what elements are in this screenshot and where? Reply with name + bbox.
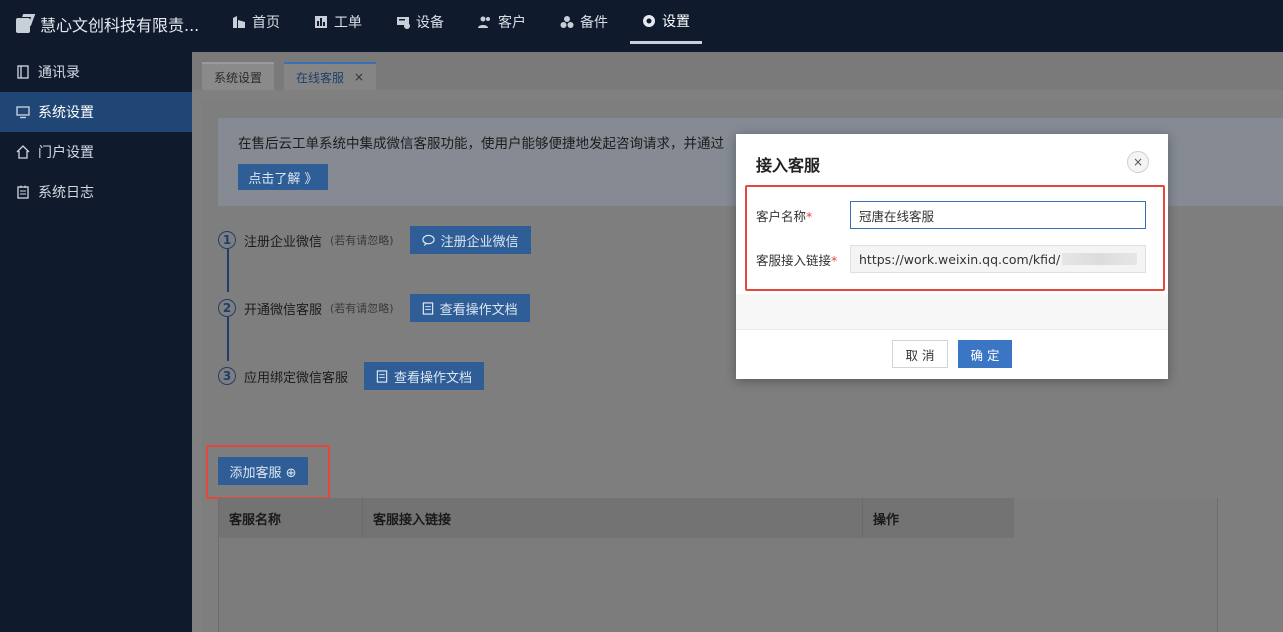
device-icon (396, 15, 410, 29)
confirm-button[interactable]: 确 定 (958, 340, 1012, 368)
required-mark: * (806, 208, 813, 224)
step-number: 2 (218, 299, 236, 317)
sidebar-item-label: 门户设置 (38, 145, 94, 161)
step-number: 3 (218, 367, 236, 385)
column-header-link: 客服接入链接 (363, 498, 863, 538)
service-table: 客服名称 客服接入链接 操作 (218, 498, 1218, 632)
step-label: 开通微信客服 (244, 302, 323, 318)
nav-label: 设备 (416, 15, 444, 31)
field-label: 客户名称* (756, 206, 850, 225)
sidebar-item-system-log[interactable]: 系统日志 (0, 172, 192, 212)
sidebar-item-contacts[interactable]: 通讯录 (0, 52, 192, 92)
step-hint: (若有请忽略) (330, 302, 394, 315)
view-docs-button[interactable]: 查看操作文档 (409, 294, 530, 322)
customer-name-row: 客户名称* 冠唐在线客服 (756, 201, 1146, 229)
step-2: 2 开通微信客服 (若有请忽略) 查看操作文档 (218, 294, 530, 322)
step-label: 应用绑定微信客服 (244, 370, 349, 386)
close-icon[interactable]: × (1127, 151, 1149, 173)
view-docs-button-2[interactable]: 查看操作文档 (364, 362, 485, 390)
monitor-icon (16, 105, 30, 119)
main-nav: 首页 工单 设备 客户 备件 设置 (220, 0, 712, 52)
step-1: 1 注册企业微信 (若有请忽略) 注册企业微信 (218, 226, 531, 254)
brand-name: 慧心文创科技有限责... (40, 16, 200, 35)
tab-label: 在线客服 (296, 70, 345, 85)
top-navbar: 慧心文创科技有限责... 首页 工单 设备 客户 备件 设置 (0, 0, 1283, 52)
button-label: 查看操作文档 (439, 302, 518, 318)
nav-item-parts[interactable]: 备件 (548, 0, 620, 44)
nav-label: 备件 (580, 15, 608, 31)
column-header-name: 客服名称 (219, 498, 363, 538)
document-icon (422, 301, 433, 315)
field-label: 客服接入链接* (756, 250, 850, 269)
tab-bar: 系统设置 在线客服 × (192, 52, 1283, 90)
step-connector (227, 317, 229, 361)
step-3: 3 应用绑定微信客服 查看操作文档 (218, 362, 485, 390)
tab-system-settings[interactable]: 系统设置 (202, 62, 275, 90)
parts-icon (560, 15, 574, 29)
tab-online-service[interactable]: 在线客服 × (284, 62, 377, 90)
service-link-row: 客服接入链接* https://work.weixin.qq.com/kfid/ (756, 245, 1146, 273)
brand[interactable]: 慧心文创科技有限责... (14, 12, 199, 36)
building-icon (232, 15, 246, 29)
service-link-value: https://work.weixin.qq.com/kfid/ (859, 251, 1061, 267)
table-header: 客服名称 客服接入链接 操作 (219, 498, 1014, 538)
dialog-title: 接入客服 (756, 156, 821, 175)
nav-label: 客户 (498, 15, 526, 31)
nav-item-customers[interactable]: 客户 (466, 0, 538, 44)
register-wecom-button[interactable]: 注册企业微信 (409, 226, 531, 254)
users-icon (478, 15, 492, 29)
dialog-body-bottom (736, 294, 1168, 329)
nav-item-settings[interactable]: 设置 (630, 0, 702, 44)
step-hint: (若有请忽略) (330, 234, 394, 247)
nav-item-devices[interactable]: 设备 (384, 0, 456, 44)
sidebar-item-system-settings[interactable]: 系统设置 (0, 92, 192, 132)
required-mark: * (831, 252, 838, 268)
cancel-button[interactable]: 取 消 (892, 340, 948, 368)
redacted-blur (1062, 253, 1137, 265)
add-service-button[interactable]: 添加客服 ⊕ (218, 457, 308, 485)
bar-chart-icon (314, 15, 328, 29)
nav-label: 工单 (334, 15, 362, 31)
nav-label: 设置 (662, 13, 690, 30)
document-icon (376, 369, 388, 383)
step-number: 1 (218, 231, 236, 249)
button-label: 注册企业微信 (440, 234, 519, 250)
learn-more-button[interactable]: 点击了解 》 (238, 164, 328, 190)
button-label: 查看操作文档 (394, 370, 473, 386)
sidebar-item-portal-settings[interactable]: 门户设置 (0, 132, 192, 172)
field-label-text: 客服接入链接 (756, 252, 832, 268)
banner-text: 在售后云工单系统中集成微信客服功能，使用户能够便捷地发起咨询请求，并通过 (238, 136, 724, 152)
nav-item-home[interactable]: 首页 (220, 0, 292, 44)
service-link-input[interactable]: https://work.weixin.qq.com/kfid/ (850, 245, 1146, 273)
sidebar: 通讯录 系统设置 门户设置 系统日志 (0, 52, 192, 632)
brand-logo-icon (14, 14, 34, 34)
connect-service-dialog: 接入客服 × 客户名称* 冠唐在线客服 客服接入链接* https://work… (736, 134, 1168, 379)
log-icon (16, 185, 30, 199)
sidebar-item-label: 系统日志 (38, 185, 94, 201)
tab-label: 系统设置 (214, 70, 263, 85)
sidebar-item-label: 系统设置 (38, 105, 94, 121)
gear-icon (642, 14, 656, 28)
close-icon[interactable]: × (354, 70, 364, 84)
step-connector (227, 248, 229, 292)
step-label: 注册企业微信 (244, 234, 323, 250)
nav-item-tickets[interactable]: 工单 (302, 0, 374, 44)
sidebar-item-label: 通讯录 (38, 65, 80, 81)
nav-label: 首页 (252, 15, 280, 31)
field-label-text: 客户名称 (756, 208, 807, 224)
dialog-footer: 取 消 确 定 (736, 329, 1168, 379)
chat-icon (421, 234, 435, 246)
home-icon (16, 145, 30, 159)
customer-name-input[interactable]: 冠唐在线客服 (850, 201, 1146, 229)
column-header-actions: 操作 (873, 512, 900, 528)
contacts-icon (16, 65, 30, 79)
